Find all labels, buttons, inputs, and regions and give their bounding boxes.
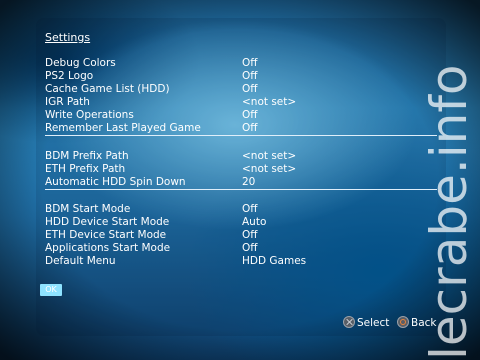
setting-value: Off (242, 70, 258, 82)
setting-value: Off (242, 109, 258, 121)
setting-label: Remember Last Played Game (45, 122, 201, 134)
setting-label: IGR Path (45, 96, 90, 108)
setting-eth-start-mode[interactable]: ETH Device Start Mode Off (45, 229, 437, 242)
setting-apps-start-mode[interactable]: Applications Start Mode Off (45, 242, 437, 255)
setting-label: Default Menu (45, 255, 116, 267)
setting-value: Off (242, 229, 258, 241)
setting-value: Off (242, 83, 258, 95)
setting-label: PS2 Logo (45, 70, 94, 82)
setting-value: Auto (242, 216, 267, 228)
setting-label: Cache Game List (HDD) (45, 83, 170, 95)
setting-value: Off (242, 203, 258, 215)
setting-debug-colors[interactable]: Debug Colors Off (45, 57, 437, 70)
setting-hdd-spin-down[interactable]: Automatic HDD Spin Down 20 (45, 176, 437, 190)
setting-value: 20 (242, 176, 256, 188)
setting-remember-last-played[interactable]: Remember Last Played Game Off (45, 122, 437, 136)
setting-cache-game-list[interactable]: Cache Game List (HDD) Off (45, 83, 437, 96)
ok-button[interactable]: OK (40, 284, 62, 296)
select-label: Select (357, 317, 390, 329)
setting-value: Off (242, 122, 258, 134)
setting-default-menu[interactable]: Default Menu HDD Games (45, 255, 437, 268)
cross-button-icon (343, 316, 355, 328)
page-title: Settings (45, 31, 91, 44)
setting-label: ETH Device Start Mode (45, 229, 167, 241)
setting-value: <not set> (242, 163, 297, 175)
setting-bdm-start-mode[interactable]: BDM Start Mode Off (45, 203, 437, 216)
select-hint[interactable]: Select (343, 316, 389, 330)
setting-eth-prefix-path[interactable]: ETH Prefix Path <not set> (45, 163, 437, 176)
setting-label: Automatic HDD Spin Down (45, 176, 186, 188)
setting-label: Write Operations (45, 109, 134, 121)
setting-label: ETH Prefix Path (45, 163, 126, 175)
circle-button-icon (397, 316, 409, 328)
setting-label: BDM Start Mode (45, 203, 131, 215)
setting-ps2-logo[interactable]: PS2 Logo Off (45, 70, 437, 83)
watermark: lecrabe.info (418, 0, 480, 360)
setting-hdd-start-mode[interactable]: HDD Device Start Mode Auto (45, 216, 437, 229)
setting-value: Off (242, 57, 258, 69)
setting-write-operations[interactable]: Write Operations Off (45, 109, 437, 122)
setting-value: <not set> (242, 150, 297, 162)
setting-label: HDD Device Start Mode (45, 216, 170, 228)
setting-value: Off (242, 242, 258, 254)
setting-value: HDD Games (242, 255, 307, 267)
setting-igr-path[interactable]: IGR Path <not set> (45, 96, 437, 109)
setting-bdm-prefix-path[interactable]: BDM Prefix Path <not set> (45, 150, 437, 163)
setting-label: Applications Start Mode (45, 242, 171, 254)
setting-value: <not set> (242, 96, 297, 108)
setting-label: Debug Colors (45, 57, 116, 69)
watermark-text: lecrabe.info (420, 64, 478, 360)
setting-label: BDM Prefix Path (45, 150, 129, 162)
